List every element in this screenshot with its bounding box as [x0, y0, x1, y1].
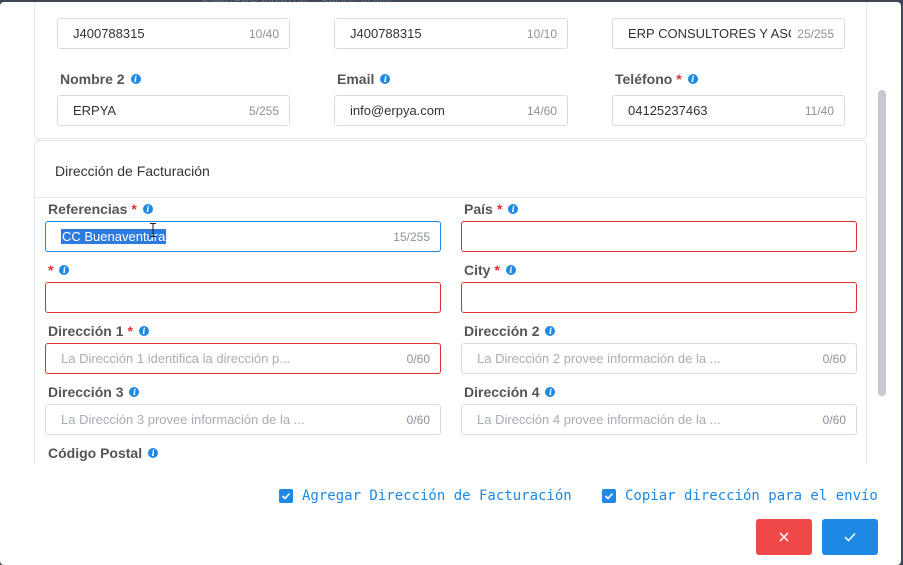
nombre2-field[interactable]: ERPYA 5/255 [57, 95, 290, 126]
direccion1-field[interactable]: La Dirección 1 identifica la dirección p… [45, 343, 441, 374]
pais-label: País * i [464, 201, 519, 217]
char-counter: 0/60 [822, 412, 846, 427]
telefono-field[interactable]: 04125237463 11/40 [612, 95, 845, 126]
char-counter: 11/40 [804, 103, 834, 118]
placeholder: La Dirección 3 provee información de la … [61, 412, 305, 427]
info-icon: i [148, 448, 159, 458]
city-label: City * i [464, 262, 516, 278]
nombre2-label: Nombre 2i [60, 71, 141, 87]
char-counter: 15/255 [393, 229, 430, 244]
placeholder: La Dirección 4 provee información de la … [477, 412, 721, 427]
direccion4-label: Dirección 4i [464, 384, 556, 400]
char-counter: 5/255 [248, 103, 279, 118]
codigo-postal-label: Código Postal i [48, 445, 159, 461]
info-icon: i [505, 265, 516, 275]
info-icon: i [687, 74, 698, 84]
info-icon: i [380, 74, 391, 84]
text-cursor-icon [150, 223, 156, 237]
char-counter: 0/60 [406, 351, 430, 366]
info-icon: i [508, 204, 519, 214]
referencias-field[interactable]: CC Buenaventura 15/255 [45, 221, 441, 252]
scrollbar-thumb[interactable] [878, 90, 886, 396]
char-counter: 10/10 [526, 26, 557, 41]
info-icon: i [142, 204, 153, 214]
char-counter: 10/40 [248, 26, 279, 41]
email-field[interactable]: info@erpya.com 14/60 [334, 95, 568, 126]
pais-select[interactable] [461, 221, 857, 252]
check-icon [844, 532, 856, 542]
region-label: * i [48, 262, 70, 278]
placeholder: La Dirección 2 provee información de la … [477, 351, 721, 366]
city-select[interactable] [461, 282, 857, 313]
placeholder: La Dirección 1 identifica la dirección p… [61, 351, 291, 366]
info-icon: i [545, 326, 556, 336]
region-select[interactable] [45, 282, 441, 313]
email-label: Email i [337, 71, 391, 87]
char-counter: 25/255 [797, 26, 834, 41]
info-icon: i [545, 387, 556, 397]
add-billing-checkbox[interactable]: Agregar Dirección de Facturación [279, 488, 572, 504]
direccion4-field[interactable]: La Dirección 4 provee información de la … [461, 404, 857, 435]
rif-field[interactable]: J400788315 10/40 [57, 18, 290, 49]
nit-field[interactable]: J400788315 10/10 [334, 18, 568, 49]
confirm-button[interactable] [822, 519, 878, 555]
address-modal: J400788315 10/40 J400788315 10/10 ERP CO… [0, 2, 901, 565]
required-asterisk: * [676, 71, 682, 87]
char-counter: 0/60 [406, 412, 430, 427]
direccion3-label: Dirección 3i [48, 384, 140, 400]
info-icon: i [129, 387, 140, 397]
copy-shipping-checkbox[interactable]: Copiar dirección para el envío [602, 488, 878, 504]
cancel-button[interactable] [756, 519, 812, 555]
telefono-label: Teléfono * i [615, 71, 698, 87]
direccion1-label: Dirección 1 * i [48, 323, 149, 339]
checkbox-checked-icon[interactable] [279, 489, 293, 503]
char-counter: 0/60 [822, 351, 846, 366]
close-icon [779, 532, 789, 542]
char-counter: 14/60 [526, 103, 557, 118]
info-icon: i [130, 74, 141, 84]
billing-card-title: Dirección de Facturación [35, 141, 866, 198]
razon-social-field[interactable]: ERP CONSULTORES Y ASOCIADOS 25/255 [612, 18, 845, 49]
direccion3-field[interactable]: La Dirección 3 provee información de la … [45, 404, 441, 435]
direccion2-label: Dirección 2i [464, 323, 556, 339]
direccion2-field[interactable]: La Dirección 2 provee información de la … [461, 343, 857, 374]
info-icon: i [138, 326, 149, 336]
modal-scroll-area[interactable]: J400788315 10/40 J400788315 10/10 ERP CO… [0, 2, 901, 464]
checkbox-checked-icon[interactable] [602, 489, 616, 503]
referencias-label: Referencias * i [48, 201, 153, 217]
info-icon: i [59, 265, 70, 275]
